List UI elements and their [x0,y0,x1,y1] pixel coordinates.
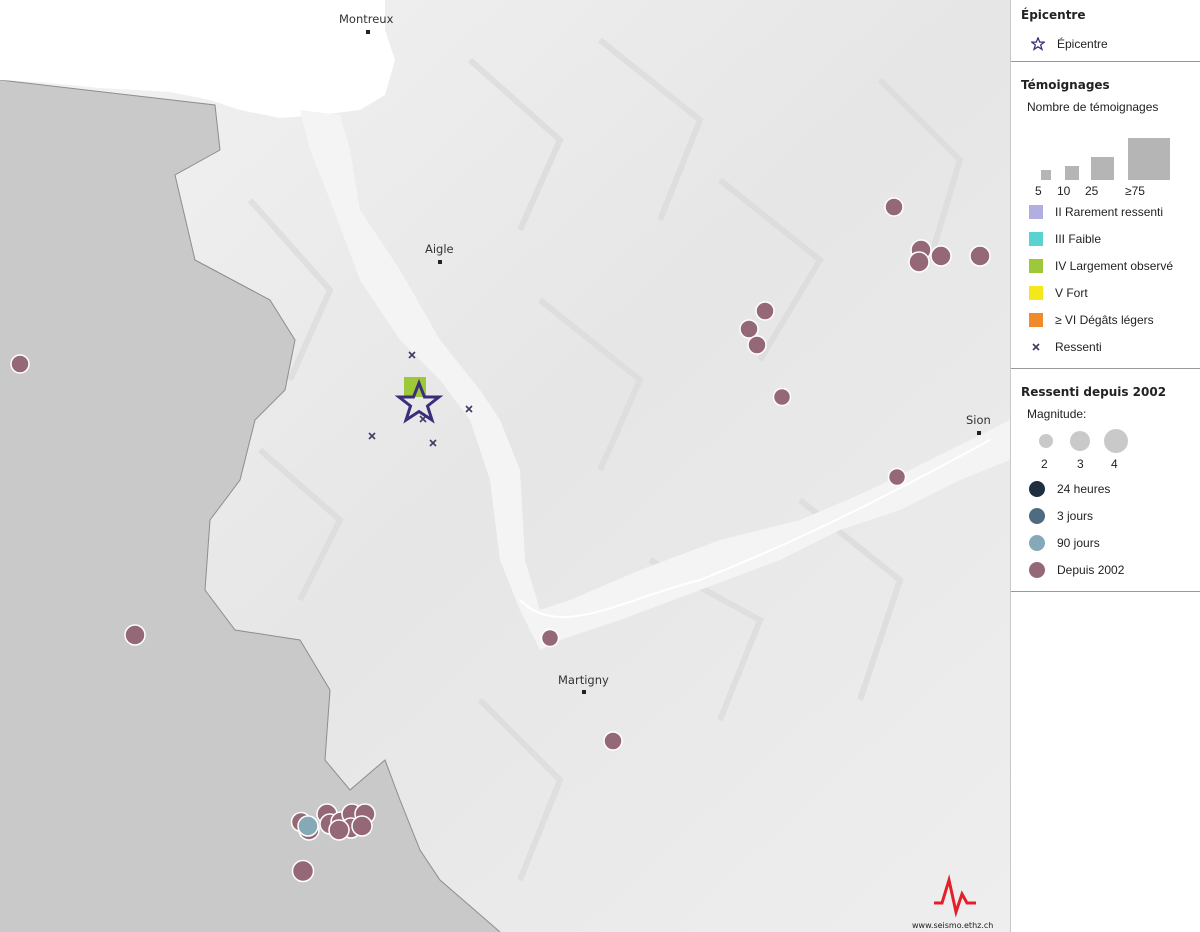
intensity-ii-swatch [1029,204,1043,219]
size-label: 10 [1057,184,1071,198]
legend-panel: Épicentre Épicentre Témoignages Nombre d… [1010,0,1200,932]
mag-label: 3 [1077,457,1084,471]
quake-marker[interactable] [930,245,952,267]
legend-item-label: 3 jours [1057,508,1094,523]
quake-marker[interactable] [603,731,623,751]
quake-marker[interactable] [908,251,930,273]
legend-item-label: Depuis 2002 [1057,562,1125,577]
quake-marker[interactable] [291,859,315,883]
quake-marker[interactable] [540,628,560,648]
legend-item-label: V Fort [1055,285,1088,300]
quake-marker[interactable] [351,815,373,837]
credit-text: www.seismo.ethz.ch [912,921,994,930]
quake-marker[interactable] [124,624,146,646]
size-25-square [1091,157,1114,180]
felt-cross-icon[interactable] [465,405,473,413]
legend-item-label: IV Largement observé [1055,258,1174,273]
size-10-square [1065,166,1079,180]
size-label: 5 [1035,184,1042,198]
size-75-square [1128,138,1170,180]
intensity-v-swatch [1029,285,1043,300]
quake-marker[interactable] [747,335,767,355]
legend-magnitude-subtitle: Magnitude: [1027,407,1087,421]
legend-epicentre-label: Épicentre [1057,36,1108,51]
size-label: 25 [1085,184,1099,198]
quake-marker[interactable] [739,319,759,339]
legend-item-label: 24 heures [1057,481,1111,496]
quake-marker[interactable] [755,301,775,321]
since-2002-circle [1029,561,1045,578]
size-5-square [1041,170,1051,180]
size-label: ≥75 [1125,184,1145,198]
legend-temoignages-subtitle: Nombre de témoignages [1027,100,1159,114]
mag-3-circle [1070,431,1090,451]
quake-marker[interactable] [10,354,30,374]
mag-4-circle [1104,429,1128,453]
legend-item-label: ≥ VI Dégâts légers [1055,312,1154,327]
quake-marker[interactable] [887,467,907,487]
cross-icon [1032,342,1040,351]
events-layer [10,197,991,918]
legend-epicentre-title: Épicentre [1021,8,1086,22]
mag-2-circle [1039,434,1053,448]
felt-cross-icon[interactable] [429,439,437,447]
quake-marker[interactable] [328,819,350,841]
felt-crosses [368,351,473,447]
legend-item-label: 90 jours [1057,535,1100,550]
magnitude-scale [1039,429,1200,453]
felt-cross-icon[interactable] [368,432,376,440]
mag-label: 4 [1111,457,1118,471]
quake-marker[interactable] [969,245,991,267]
legend-item-label: III Faible [1055,231,1102,246]
90-days-circle [1029,534,1045,551]
quake-marker[interactable] [772,387,792,407]
intensity-vi-swatch [1029,312,1043,327]
legend-item-label: II Rarement ressenti [1055,204,1164,219]
felt-cross-icon[interactable] [408,351,416,359]
mag-label: 2 [1041,457,1048,471]
24-hours-circle [1029,480,1045,497]
quake-marker-90-days[interactable] [297,815,319,837]
intensity-iii-swatch [1029,231,1043,246]
legend-ressenti-title: Ressenti depuis 2002 [1021,385,1167,399]
quake-marker[interactable] [884,197,904,217]
epicentre-legend-star-icon [1031,36,1045,51]
map-view[interactable]: Montreux Aigle Sion Martigny www.seismo.… [0,0,1010,932]
legend-item-label: Ressenti [1055,339,1102,354]
intensity-iv-swatch [1029,258,1043,273]
3-days-circle [1029,507,1045,524]
seismo-logo-icon [934,874,976,918]
testimony-size-scale [1041,138,1200,180]
legend-temoignages-title: Témoignages [1021,78,1110,92]
